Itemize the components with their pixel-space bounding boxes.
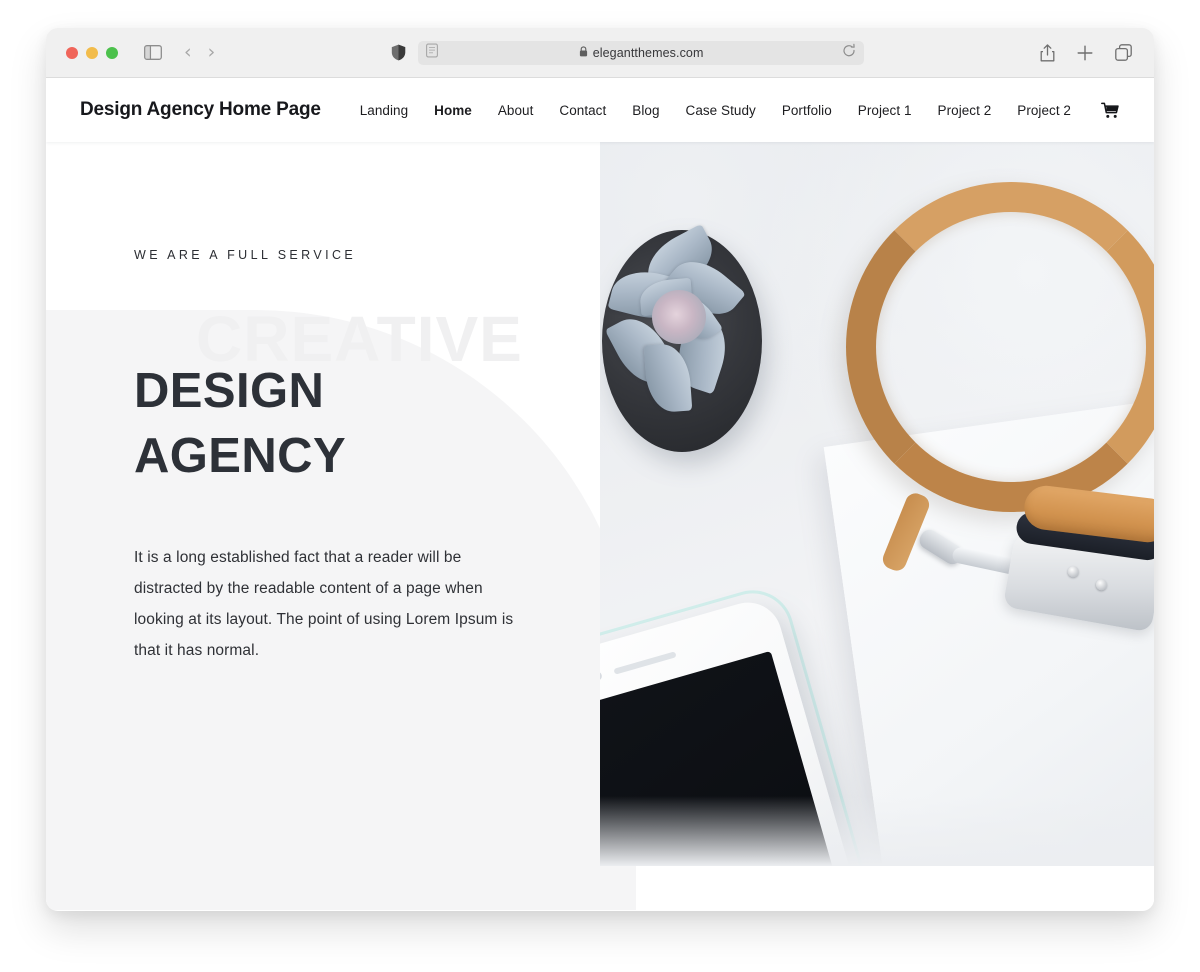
hero-title-line-1: DESIGN: [134, 364, 325, 418]
nav-item-project-2[interactable]: Project 2: [938, 103, 992, 118]
tab-overview-icon[interactable]: [1115, 44, 1132, 61]
hero-title: DESIGN AGENCY: [134, 359, 346, 488]
phone-camera: [600, 670, 603, 682]
phone-speaker: [613, 651, 677, 675]
site-logo[interactable]: Design Agency Home Page: [80, 99, 321, 121]
hero-image: [600, 142, 1154, 866]
privacy-shield-icon[interactable]: [391, 44, 406, 61]
nav-item-case-study[interactable]: Case Study: [686, 103, 756, 118]
hero-paragraph: It is a long established fact that a rea…: [134, 549, 514, 659]
address-bar[interactable]: elegantthemes.com: [418, 40, 865, 65]
toolbar-actions: [1040, 43, 1132, 62]
browser-toolbar: ‹ › elegantthemes.com: [46, 28, 1154, 78]
nav-item-project-1[interactable]: Project 1: [858, 103, 912, 118]
navigation-arrows: ‹ ›: [184, 43, 215, 62]
headphone-band-shading: [846, 182, 1154, 512]
back-button[interactable]: ‹: [184, 43, 192, 62]
hero-content: CREATIVE WE ARE A FULL SERVICE DESIGN AG…: [46, 142, 600, 910]
minimize-window-button[interactable]: [86, 46, 98, 59]
nav-item-home[interactable]: Home: [434, 103, 472, 118]
nav-item-landing[interactable]: Landing: [360, 103, 408, 118]
zoom-window-button[interactable]: [106, 46, 118, 59]
nav-item-blog[interactable]: Blog: [632, 103, 659, 118]
screenshot-root: ‹ › elegantthemes.com Design Agency Home…: [0, 0, 1200, 972]
close-window-button[interactable]: [66, 46, 78, 59]
plus-icon[interactable]: [1077, 45, 1093, 61]
forward-button[interactable]: ›: [208, 43, 216, 62]
hero-eyebrow: WE ARE A FULL SERVICE: [134, 248, 357, 262]
nav-item-contact[interactable]: Contact: [559, 103, 606, 118]
site-navigation: Landing Home About Contact Blog Case Stu…: [321, 102, 1120, 119]
address-bar-content: elegantthemes.com: [579, 44, 704, 62]
site-header: Design Agency Home Page Landing Home Abo…: [46, 78, 1154, 142]
lock-icon: [579, 44, 588, 62]
window-controls: [66, 46, 118, 59]
hero-section: CREATIVE WE ARE A FULL SERVICE DESIGN AG…: [46, 142, 1154, 910]
nav-item-project-2-alt[interactable]: Project 2: [1017, 103, 1071, 118]
sidebar-icon[interactable]: [144, 45, 162, 60]
reload-icon[interactable]: [842, 43, 856, 62]
hero-title-line-2: AGENCY: [134, 428, 347, 483]
nav-item-portfolio[interactable]: Portfolio: [782, 103, 832, 118]
browser-window: ‹ › elegantthemes.com Design Agency Home…: [46, 28, 1154, 911]
reader-view-icon[interactable]: [426, 43, 439, 62]
address-bar-container: elegantthemes.com: [215, 40, 1040, 65]
site-viewport: Design Agency Home Page Landing Home Abo…: [46, 78, 1154, 910]
address-bar-url[interactable]: elegantthemes.com: [593, 46, 704, 60]
nav-item-about[interactable]: About: [498, 103, 534, 118]
photo-bottom-fade: [600, 796, 1154, 866]
share-icon[interactable]: [1040, 43, 1055, 62]
shopping-cart-icon[interactable]: [1101, 102, 1120, 119]
